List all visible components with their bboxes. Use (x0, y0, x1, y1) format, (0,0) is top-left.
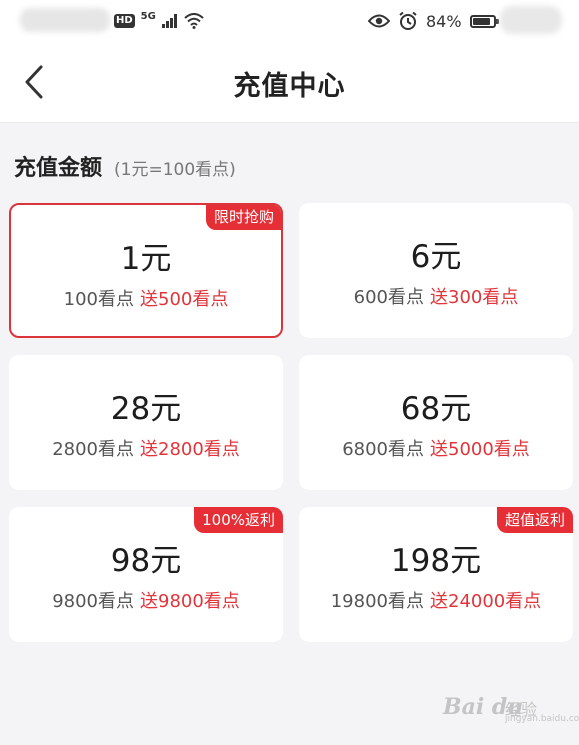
option-points: 100看点 (63, 289, 134, 310)
network-type-label: 5G (140, 10, 156, 22)
option-points: 19800看点 (330, 591, 424, 612)
status-bar: HD 5G 84% (0, 0, 579, 42)
battery-fill (472, 17, 490, 25)
option-bonus: 送500看点 (140, 289, 229, 310)
option-price: 28元 (110, 391, 182, 427)
option-bonus: 送2800看点 (140, 439, 240, 460)
option-points-line: 2800看点 送2800看点 (9, 435, 283, 461)
option-price: 1元 (120, 241, 172, 277)
option-points: 2800看点 (52, 439, 134, 460)
battery-icon (469, 14, 499, 28)
recharge-option-card[interactable]: 超值返利 198元 19800看点 送24000看点 (299, 507, 573, 642)
eye-icon (368, 14, 390, 28)
nav-bar: 充值中心 (0, 42, 579, 123)
recharge-option-card[interactable]: 限时抢购 1元 100看点 送500看点 (9, 203, 283, 338)
option-price: 6元 (410, 239, 462, 275)
option-points-line: 600看点 送300看点 (299, 283, 573, 309)
option-bonus: 送24000看点 (430, 591, 542, 612)
recharge-option-card[interactable]: 6元 600看点 送300看点 (299, 203, 573, 338)
option-points-line: 9800看点 送9800看点 (9, 587, 283, 613)
option-points-line: 19800看点 送24000看点 (299, 587, 573, 613)
recharge-option-card[interactable]: 100%返利 98元 9800看点 送9800看点 (9, 507, 283, 642)
section-title: 充值金额 (14, 156, 103, 181)
recharge-option-card[interactable]: 28元 2800看点 送2800看点 (9, 355, 283, 490)
blurred-status-info (500, 6, 562, 34)
hd-badge: HD (114, 14, 135, 28)
network-indicators: HD 5G (114, 10, 204, 32)
option-points: 9800看点 (52, 591, 134, 612)
blurred-carrier-info (20, 8, 110, 32)
signal-icon (161, 14, 177, 28)
option-bonus: 送300看点 (430, 287, 519, 308)
exchange-rate-note: (1元=100看点) (114, 160, 236, 180)
promo-badge: 限时抢购 (205, 205, 281, 230)
recharge-options-grid: 限时抢购 1元 100看点 送500看点 6元 600看点 送300看点 28元 2… (9, 203, 573, 642)
system-indicators: 84% (368, 9, 499, 33)
section-header: 充值金额 (1元=100看点) (14, 150, 236, 182)
page-title: 充值中心 (233, 71, 346, 102)
option-price: 198元 (390, 543, 482, 579)
promo-badge: 100%返利 (194, 507, 283, 533)
option-points: 600看点 (353, 287, 424, 308)
option-points-line: 100看点 送500看点 (11, 285, 281, 311)
option-bonus: 送5000看点 (430, 439, 530, 460)
alarm-icon (399, 11, 417, 30)
option-price: 98元 (110, 543, 182, 579)
option-points: 6800看点 (342, 439, 424, 460)
watermark-url: jingyan.baidu.com (505, 714, 579, 724)
promo-badge: 超值返利 (496, 507, 573, 533)
recharge-option-card[interactable]: 68元 6800看点 送5000看点 (299, 355, 573, 490)
option-points-line: 6800看点 送5000看点 (299, 435, 573, 461)
baidu-jingyan-watermark: Bai du 经验 jingyan.baidu.com (443, 686, 579, 726)
battery-percent: 84% (426, 11, 462, 31)
option-price: 68元 (400, 391, 472, 427)
wifi-icon (184, 13, 204, 29)
option-bonus: 送9800看点 (140, 591, 240, 612)
